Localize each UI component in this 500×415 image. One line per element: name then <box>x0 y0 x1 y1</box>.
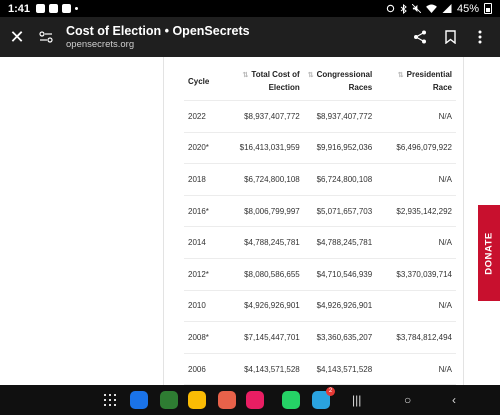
wifi-icon <box>426 4 437 13</box>
table-header-row: Cycle ⇅ Total Cost of Election ⇅ Congressi… <box>184 63 456 101</box>
bookmark-icon[interactable] <box>442 29 458 45</box>
table-row: 2010 $4,926,926,901 $4,926,926,901 N/A <box>184 290 456 323</box>
header-actions <box>412 29 488 45</box>
page-title-block: Cost of Election • OpenSecrets opensecre… <box>66 24 250 51</box>
cycle-cell: 2012* <box>184 258 226 291</box>
mute-icon <box>411 4 421 13</box>
table-row: 2016* $8,006,799,997 $5,071,657,703 $2,935,… <box>184 195 456 228</box>
more-notifications-icon <box>75 7 79 10</box>
close-icon[interactable]: ✕ <box>2 27 32 48</box>
presidential-cell: $3,784,812,494 <box>376 321 456 354</box>
congressional-cell: $4,143,571,528 <box>303 353 377 385</box>
total-cost-cell: $16,413,031,959 <box>225 132 304 165</box>
congressional-cell: $4,788,245,781 <box>303 226 377 259</box>
status-bar: 1:41 45% <box>0 0 500 17</box>
cycle-cell: 2022 <box>184 100 226 133</box>
sort-icon: ⇅ <box>307 72 314 79</box>
sort-icon: ⇅ <box>397 72 404 79</box>
total-cost-cell: $8,006,799,997 <box>225 195 304 228</box>
chrome-app-icon[interactable] <box>188 391 206 409</box>
cycle-cell: 2010 <box>184 290 226 323</box>
youtube-notification-icon <box>49 4 59 13</box>
presidential-cell: $2,935,142,292 <box>376 195 456 228</box>
presidential-cell: N/A <box>376 226 456 259</box>
share-icon[interactable] <box>412 29 428 45</box>
table-row: 2020* $16,413,031,959 $9,916,952,036 $6,496… <box>184 132 456 165</box>
notification-icons <box>36 4 79 13</box>
presidential-cell: $3,370,039,714 <box>376 258 456 291</box>
taskbar: 2 ||| ○ ‹ <box>0 385 500 415</box>
presidential-cell: $6,496,079,922 <box>376 132 456 165</box>
congressional-cell: $4,926,926,901 <box>303 290 377 323</box>
presidential-cell: N/A <box>376 100 456 133</box>
cycle-cell: 2018 <box>184 163 226 196</box>
congressional-cell: $6,724,800,108 <box>303 163 377 196</box>
cycle-cell: 2020* <box>184 132 226 165</box>
sort-icon: ⇅ <box>242 72 249 79</box>
contacts-app-icon[interactable] <box>218 391 236 409</box>
cycle-cell: 2008* <box>184 321 226 354</box>
more-options-icon[interactable] <box>472 29 488 45</box>
whatsapp-app-icon[interactable] <box>282 391 300 409</box>
total-cost-cell: $8,080,586,655 <box>225 258 304 291</box>
table-row: 2014 $4,788,245,781 $4,788,245,781 N/A <box>184 226 456 259</box>
web-content: Cycle ⇅ Total Cost of Election ⇅ Congressi… <box>0 57 500 385</box>
presidential-cell: N/A <box>376 353 456 385</box>
browser-custom-tab-header: ✕ Cost of Election • OpenSecrets opensec… <box>0 17 500 57</box>
table-row: 2006 $4,143,571,528 $4,143,571,528 N/A <box>184 353 456 385</box>
notification-app-icon <box>62 4 72 13</box>
column-header-total-cost[interactable]: ⇅ Total Cost of Election <box>225 63 304 101</box>
alarm-icon <box>386 4 395 13</box>
screen-recorder-app-icon[interactable] <box>246 391 264 409</box>
clock: 1:41 <box>8 2 31 15</box>
congressional-cell: $3,360,635,207 <box>303 321 377 354</box>
page-title: Cost of Election • OpenSecrets <box>66 23 250 38</box>
cycle-cell: 2016* <box>184 195 226 228</box>
messages-app-icon[interactable] <box>130 391 148 409</box>
table-row: 2018 $6,724,800,108 $6,724,800,108 N/A <box>184 163 456 196</box>
site-settings-icon[interactable] <box>34 31 58 43</box>
telegram-badge: 2 <box>326 387 335 396</box>
column-header-congressional[interactable]: ⇅ Congressional Races <box>303 63 377 101</box>
column-header-presidential[interactable]: ⇅ Presidential Race <box>376 63 456 101</box>
total-cost-cell: $8,937,407,772 <box>225 100 304 133</box>
presidential-cell: N/A <box>376 163 456 196</box>
system-icons: 45% <box>386 3 492 15</box>
donate-label: DONATE <box>483 231 495 275</box>
congressional-cell: $8,937,407,772 <box>303 100 377 133</box>
back-icon[interactable]: ‹ <box>452 393 456 407</box>
battery-percent: 45% <box>456 2 479 15</box>
notification-app-icon <box>36 4 46 13</box>
cycle-cell: 2006 <box>184 353 226 385</box>
congressional-cell: $5,071,657,703 <box>303 195 377 228</box>
column-header-cycle[interactable]: Cycle <box>184 63 226 101</box>
home-icon[interactable]: ○ <box>404 393 411 407</box>
cycle-cell: 2014 <box>184 226 226 259</box>
phone-app-icon[interactable] <box>160 391 178 409</box>
page-url: opensecrets.org <box>66 38 135 50</box>
total-cost-cell: $6,724,800,108 <box>225 163 304 196</box>
app-drawer-icon[interactable] <box>104 394 116 406</box>
total-cost-cell: $4,926,926,901 <box>225 290 304 323</box>
recent-apps-icon[interactable]: ||| <box>352 393 361 407</box>
bluetooth-icon <box>400 3 407 14</box>
total-cost-cell: $7,145,447,701 <box>225 321 304 354</box>
signal-icon <box>442 4 452 13</box>
table-row: 2012* $8,080,586,655 $4,710,546,939 $3,370,… <box>184 258 456 291</box>
congressional-cell: $9,916,952,036 <box>303 132 377 165</box>
table-row: 2022 $8,937,407,772 $8,937,407,772 N/A <box>184 100 456 133</box>
congressional-cell: $4,710,546,939 <box>303 258 377 291</box>
presidential-cell: N/A <box>376 290 456 323</box>
total-cost-cell: $4,143,571,528 <box>225 353 304 385</box>
donate-button[interactable]: DONATE <box>478 205 500 301</box>
table-row: 2008* $7,145,447,701 $3,360,635,207 $3,784,… <box>184 321 456 354</box>
election-cost-table: Cycle ⇅ Total Cost of Election ⇅ Congressi… <box>184 63 456 385</box>
battery-icon <box>484 3 492 14</box>
total-cost-cell: $4,788,245,781 <box>225 226 304 259</box>
